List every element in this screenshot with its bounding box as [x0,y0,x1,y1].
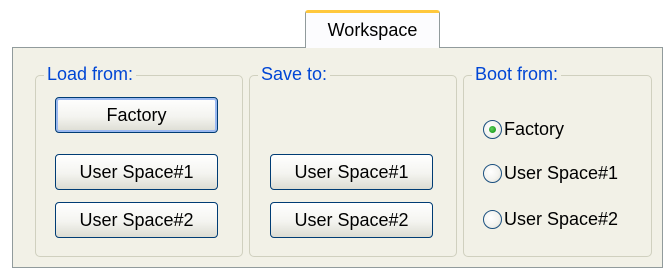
load-user-space-1-button[interactable]: User Space#1 [55,154,218,190]
radio-unchecked-icon [483,163,502,183]
boot-user-space-1-radio[interactable]: User Space#1 [483,160,618,186]
boot-factory-label: Factory [504,118,565,139]
workspace-panel: Load from: Factory User Space#1 User Spa… [12,47,663,268]
load-factory-button[interactable]: Factory [55,97,218,133]
boot-from-group: Boot from: Factory User Space#1 User Spa… [463,62,652,257]
save-to-group: Save to: User Space#1 User Space#2 [249,62,457,257]
save-to-label: Save to: [258,62,331,86]
save-user-space-1-button[interactable]: User Space#1 [270,154,433,190]
boot-user-space-2-radio[interactable]: User Space#2 [483,206,618,232]
workspace-dialog: Workspace Load from: Factory User Space#… [0,0,669,274]
save-user-space-2-button[interactable]: User Space#2 [270,202,433,238]
radio-checked-icon [483,119,502,139]
boot-factory-radio[interactable]: Factory [483,116,564,142]
tab-workspace[interactable]: Workspace [305,10,440,48]
boot-user-space-1-label: User Space#1 [504,162,619,183]
radio-unchecked-icon [483,209,502,229]
boot-user-space-2-label: User Space#2 [504,208,619,229]
load-user-space-2-button[interactable]: User Space#2 [55,202,218,238]
load-from-label: Load from: [44,62,137,86]
load-from-group: Load from: Factory User Space#1 User Spa… [35,62,243,257]
boot-from-label: Boot from: [472,62,562,86]
